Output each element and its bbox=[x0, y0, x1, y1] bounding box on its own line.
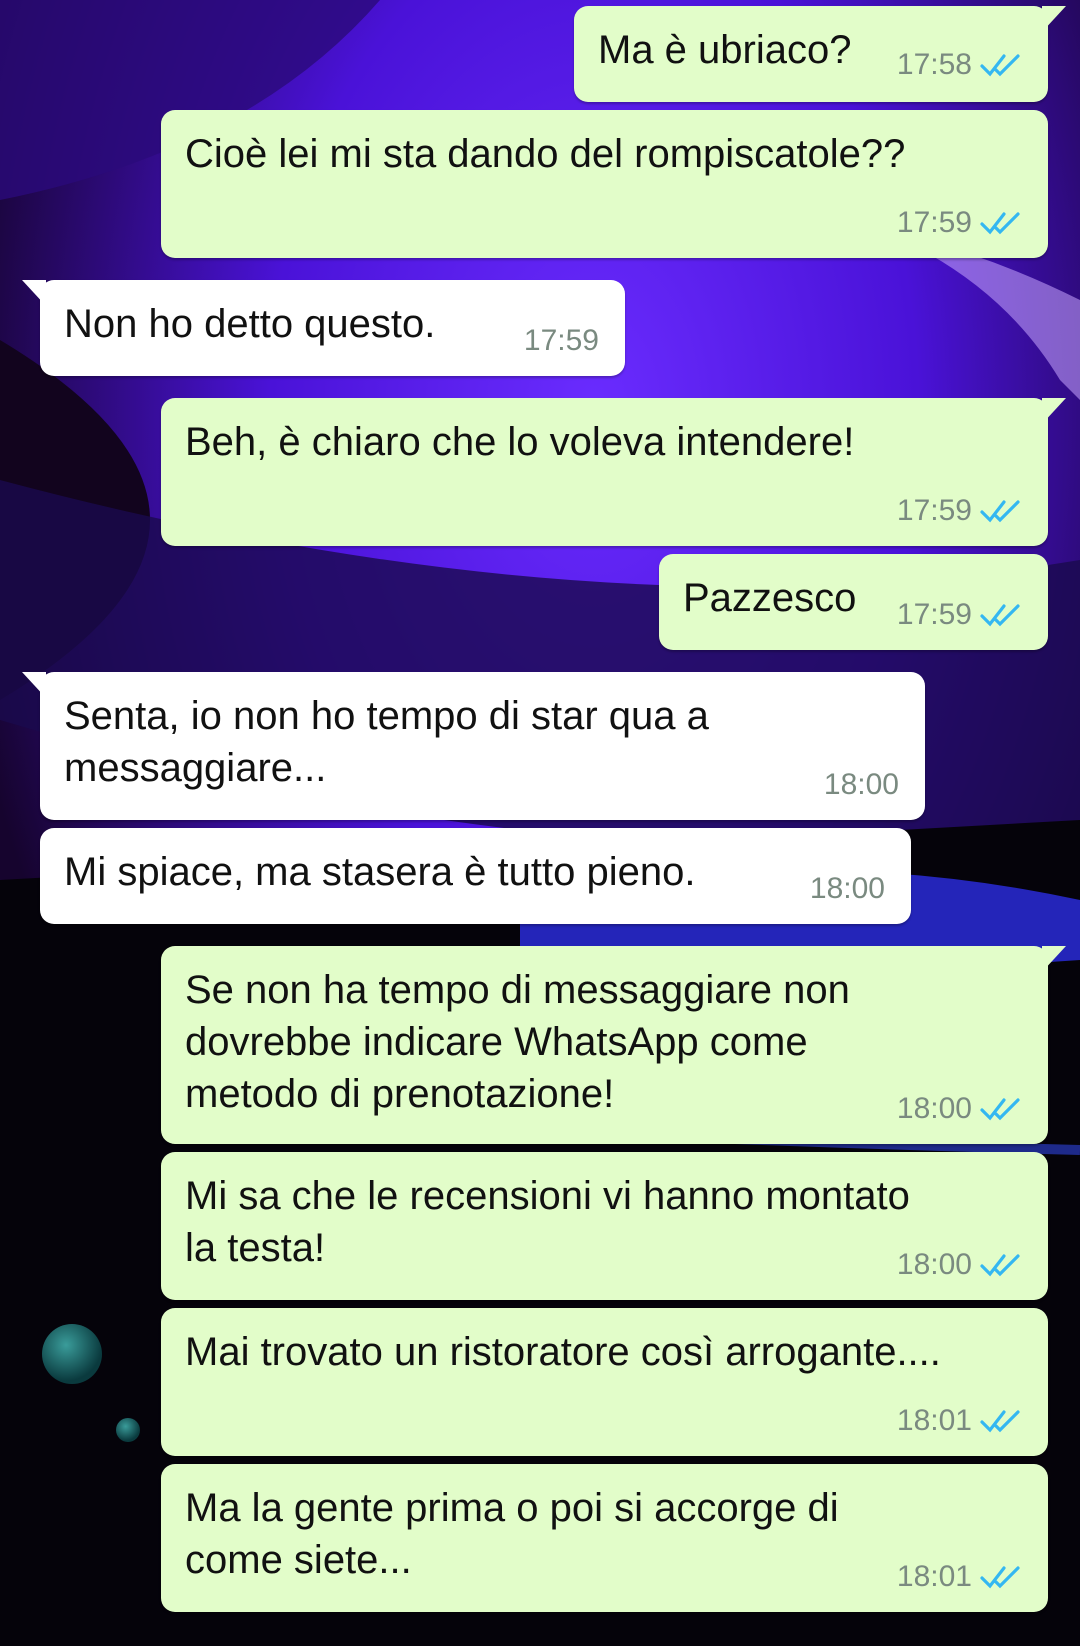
message-meta: 17:59 bbox=[897, 598, 1026, 632]
message-text: Ma è ubriaco? bbox=[598, 28, 852, 72]
message-timestamp: 17:58 bbox=[896, 48, 972, 81]
message-timestamp: 17:59 bbox=[896, 494, 972, 527]
bubble-tail bbox=[1042, 946, 1066, 972]
message-timestamp: 17:59 bbox=[523, 324, 599, 357]
message-text: Mi spiace, ma stasera è tutto pieno. bbox=[64, 850, 696, 894]
double-check-icon bbox=[980, 1096, 1026, 1122]
outgoing-message[interactable]: Ma la gente prima o poi si accorge di co… bbox=[161, 1464, 1048, 1612]
message-timestamp: 18:00 bbox=[896, 1092, 972, 1125]
double-check-icon bbox=[980, 1408, 1026, 1434]
message-timestamp: 18:01 bbox=[896, 1404, 972, 1437]
message-timestamp: 18:00 bbox=[809, 872, 885, 905]
double-check-icon bbox=[980, 498, 1026, 524]
message-timestamp: 18:00 bbox=[823, 768, 899, 801]
message-meta: 18:00 bbox=[824, 768, 899, 802]
message-text: Se non ha tempo di messaggiare non dovre… bbox=[185, 968, 850, 1116]
message-text: Senta, io non ho tempo di star qua a mes… bbox=[64, 694, 709, 790]
message-text: Ma la gente prima o poi si accorge di co… bbox=[185, 1486, 839, 1582]
double-check-icon bbox=[980, 1564, 1026, 1590]
message-text: Pazzesco bbox=[683, 576, 857, 620]
message-meta: 18:00 bbox=[897, 1248, 1026, 1282]
incoming-message[interactable]: Mi spiace, ma stasera è tutto pieno. 18:0… bbox=[40, 828, 911, 924]
message-text: Non ho detto questo. bbox=[64, 302, 436, 346]
message-meta: 17:59 bbox=[897, 494, 1026, 528]
incoming-message[interactable]: Non ho detto questo. 17:59 bbox=[22, 280, 625, 376]
bubble-tail bbox=[1042, 398, 1066, 424]
outgoing-message[interactable]: Mi sa che le recensioni vi hanno montato… bbox=[161, 1152, 1048, 1300]
double-check-icon bbox=[980, 210, 1026, 236]
bubble-tail bbox=[22, 280, 46, 306]
outgoing-message[interactable]: Cioè lei mi sta dando del rompiscatole??… bbox=[161, 110, 1048, 258]
message-text: Mi sa che le recensioni vi hanno montato… bbox=[185, 1174, 910, 1270]
double-check-icon bbox=[980, 52, 1026, 78]
outgoing-message[interactable]: Mai trovato un ristoratore così arrogant… bbox=[161, 1308, 1048, 1456]
message-meta: 18:00 bbox=[897, 1092, 1026, 1126]
double-check-icon bbox=[980, 602, 1026, 628]
outgoing-message[interactable]: Se non ha tempo di messaggiare non dovre… bbox=[161, 946, 1066, 1144]
message-meta: 17:58 bbox=[897, 48, 1026, 82]
bubble-tail bbox=[22, 672, 46, 698]
incoming-message[interactable]: Senta, io non ho tempo di star qua a mes… bbox=[22, 672, 925, 820]
outgoing-message[interactable]: Pazzesco 17:59 bbox=[659, 554, 1048, 650]
message-text: Beh, è chiaro che lo voleva intendere! bbox=[185, 420, 855, 464]
message-timestamp: 17:59 bbox=[896, 206, 972, 239]
message-timestamp: 18:01 bbox=[896, 1560, 972, 1593]
message-meta: 18:01 bbox=[897, 1560, 1026, 1594]
message-text: Mai trovato un ristoratore così arrogant… bbox=[185, 1330, 941, 1374]
outgoing-message[interactable]: Ma è ubriaco? 17:58 bbox=[574, 6, 1066, 102]
message-text: Cioè lei mi sta dando del rompiscatole?? bbox=[185, 132, 906, 176]
message-meta: 18:01 bbox=[897, 1404, 1026, 1438]
bubble-tail bbox=[1042, 6, 1066, 32]
message-meta: 17:59 bbox=[897, 206, 1026, 240]
double-check-icon bbox=[980, 1252, 1026, 1278]
message-timestamp: 17:59 bbox=[896, 598, 972, 631]
message-meta: 18:00 bbox=[810, 872, 885, 906]
message-timestamp: 18:00 bbox=[896, 1248, 972, 1281]
message-meta: 17:59 bbox=[524, 324, 599, 358]
outgoing-message[interactable]: Beh, è chiaro che lo voleva intendere! 17… bbox=[161, 398, 1066, 546]
